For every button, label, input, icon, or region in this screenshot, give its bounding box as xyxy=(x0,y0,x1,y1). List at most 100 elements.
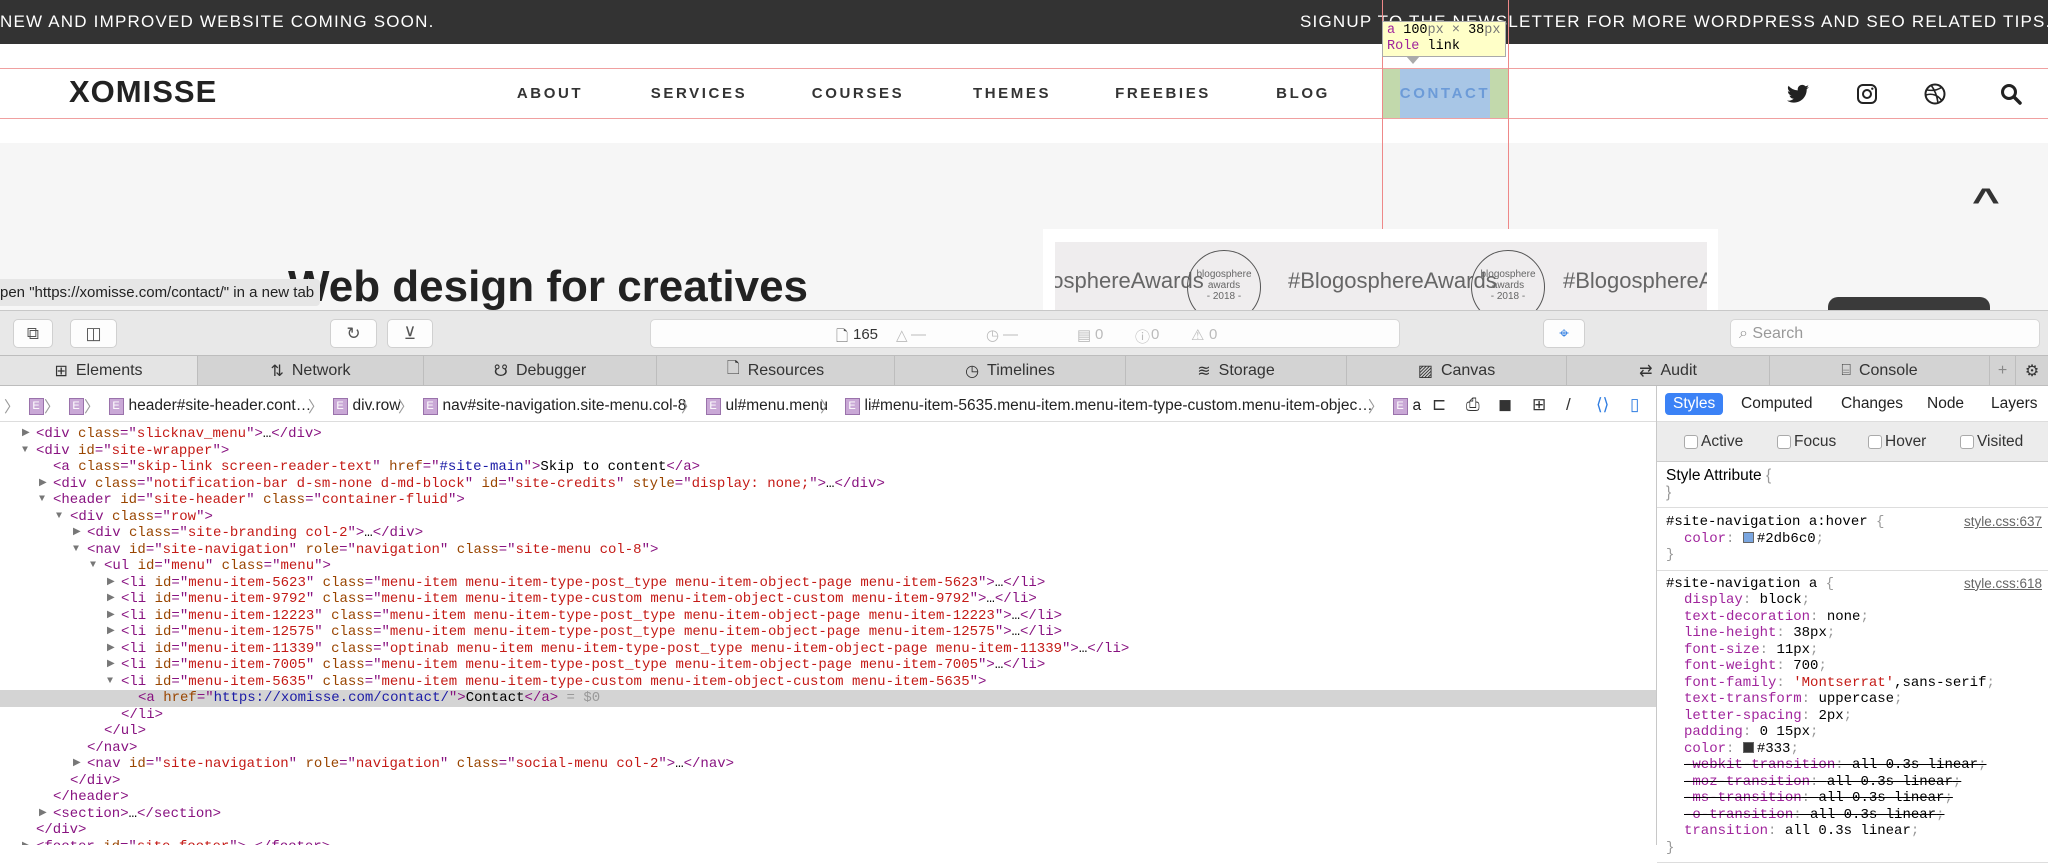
disclosure-collapsed-icon[interactable]: ▶ xyxy=(107,641,115,658)
dom-node[interactable]: ▶ <li id="menu-item-12223" class="menu-it… xyxy=(0,608,1656,625)
disclosure-expanded-icon[interactable]: ▼ xyxy=(107,674,113,691)
search-input[interactable]: ⌕ Search xyxy=(1730,319,2040,348)
dom-node[interactable]: ▼ <div id="site-wrapper"> xyxy=(0,443,1656,460)
rule-source-link[interactable]: style.css:618 xyxy=(1964,576,2042,593)
active-checkbox[interactable]: Active xyxy=(1684,433,1743,451)
breadcrumb-item[interactable]: 〉 Enav#site-navigation.site-menu.col-8 xyxy=(398,395,686,417)
disclosure-collapsed-icon[interactable]: ▶ xyxy=(107,608,115,625)
dom-node[interactable]: ▶ <nav id="site-navigation" role="navigat… xyxy=(0,756,1656,773)
disclosure-collapsed-icon[interactable]: ▶ xyxy=(107,575,115,592)
tab-timelines[interactable]: ◷ Timelines xyxy=(895,356,1126,385)
nav-about[interactable]: ABOUT xyxy=(517,85,583,102)
css-property[interactable]: color: #2db6c0; xyxy=(1666,531,2048,548)
nav-freebies[interactable]: FREEBIES xyxy=(1115,85,1211,102)
nav-blog[interactable]: BLOG xyxy=(1276,85,1330,102)
breadcrumb-item[interactable]: 〉 E xyxy=(4,395,49,417)
settings-button[interactable]: ⚙ xyxy=(2016,356,2048,385)
visited-checkbox[interactable]: Visited xyxy=(1960,433,2023,451)
ruler-icon[interactable]: ⊏ xyxy=(1432,395,1446,415)
dom-node[interactable]: </div> xyxy=(0,822,1656,839)
breadcrumb-item[interactable]: 〉 Eli#menu-item-5635.menu-item.menu-item-… xyxy=(820,395,1373,417)
tab-node[interactable]: Node xyxy=(1927,395,1964,413)
css-property[interactable]: -ms-transition: all 0.3s linear; xyxy=(1666,790,2048,807)
disclosure-collapsed-icon[interactable]: ▶ xyxy=(107,624,115,641)
css-property[interactable]: text-transform: uppercase; xyxy=(1666,691,2048,708)
shadow-dom-icon[interactable]: ⟨⟩ xyxy=(1596,395,1609,415)
dribbble-icon[interactable] xyxy=(1923,82,1947,106)
site-logo[interactable]: XOMISSE xyxy=(69,74,217,110)
dom-node[interactable]: ▶ <section>…</section> xyxy=(0,806,1656,823)
twitter-icon[interactable] xyxy=(1786,82,1810,106)
disclosure-expanded-icon[interactable]: ▼ xyxy=(22,443,28,460)
nav-contact[interactable]: CONTACT xyxy=(1400,85,1490,102)
disclosure-collapsed-icon[interactable]: ▶ xyxy=(39,476,47,493)
disclosure-collapsed-icon[interactable]: ▶ xyxy=(39,806,47,823)
tab-styles[interactable]: Styles xyxy=(1665,393,1724,415)
css-property[interactable]: text-decoration: none; xyxy=(1666,609,2048,626)
paintbrush-icon[interactable]: / xyxy=(1566,395,1571,415)
sidebar-toggle-icon[interactable]: ▯ xyxy=(1630,395,1639,415)
dom-node-selected[interactable]: <a href="https://xomisse.com/contact/">C… xyxy=(0,690,1656,707)
disclosure-collapsed-icon[interactable]: ▶ xyxy=(107,591,115,608)
warning-count[interactable]: 0 xyxy=(1209,326,1217,343)
css-property[interactable]: font-family: 'Montserrat',sans-serif; xyxy=(1666,675,2048,692)
nav-themes[interactable]: THEMES xyxy=(973,85,1051,102)
dom-node[interactable]: </div> xyxy=(0,773,1656,790)
breadcrumb-item[interactable]: 〉 Ediv.row xyxy=(308,395,400,417)
disclosure-expanded-icon[interactable]: ▼ xyxy=(39,492,45,509)
disclosure-collapsed-icon[interactable]: ▶ xyxy=(22,839,30,846)
dom-node[interactable]: ▶ <li id="menu-item-11339" class="optinab… xyxy=(0,641,1656,658)
instagram-icon[interactable] xyxy=(1855,82,1879,106)
css-property[interactable]: letter-spacing: 2px; xyxy=(1666,708,2048,725)
dom-node[interactable]: ▼ <ul id="menu" class="menu"> xyxy=(0,558,1656,575)
css-property[interactable]: padding: 0 15px; xyxy=(1666,724,2048,741)
css-property[interactable]: color: #333; xyxy=(1666,741,2048,758)
dom-node[interactable]: ▶ <li id="menu-item-12575" class="menu-it… xyxy=(0,624,1656,641)
breadcrumb-item[interactable]: 〉 Eheader#site-header.cont… xyxy=(84,395,311,417)
dom-node[interactable]: ▶ <div class="slicknav_menu">…</div> xyxy=(0,426,1656,443)
scroll-top-icon[interactable]: ^ xyxy=(1972,182,2000,221)
tab-debugger[interactable]: ☋ Debugger xyxy=(424,356,657,385)
breadcrumb-item-current[interactable]: 〉 Ea xyxy=(1368,395,1421,417)
css-property[interactable]: line-height: 38px; xyxy=(1666,625,2048,642)
reload-button[interactable]: ↻ xyxy=(330,319,377,348)
color-swatch[interactable] xyxy=(1742,741,1754,753)
tab-canvas[interactable]: ▨ Canvas xyxy=(1347,356,1567,385)
disclosure-collapsed-icon[interactable]: ▶ xyxy=(107,657,115,674)
tab-layers[interactable]: Layers xyxy=(1991,395,2038,413)
dom-node[interactable]: </nav> xyxy=(0,740,1656,757)
dom-node[interactable]: <a class="skip-link screen-reader-text" … xyxy=(0,459,1656,476)
disclosure-expanded-icon[interactable]: ▼ xyxy=(56,509,62,526)
css-property[interactable]: font-weight: 700; xyxy=(1666,658,2048,675)
disclosure-expanded-icon[interactable]: ▼ xyxy=(73,542,79,559)
rule-selector[interactable]: #site-navigation a:hover xyxy=(1666,514,1868,530)
dom-node[interactable]: ▶ <li id="menu-item-5623" class="menu-ite… xyxy=(0,575,1656,592)
nav-services[interactable]: SERVICES xyxy=(651,85,747,102)
message-count[interactable]: 0 xyxy=(1095,326,1103,343)
dom-node[interactable]: </ul> xyxy=(0,723,1656,740)
breadcrumb-item[interactable]: 〉 Eul#menu.menu xyxy=(681,395,828,417)
css-property[interactable]: -webkit-transition: all 0.3s linear; xyxy=(1666,757,2048,774)
download-button[interactable]: ⊻ xyxy=(387,319,433,348)
dom-node[interactable]: </li> xyxy=(0,707,1656,724)
tab-storage[interactable]: ≋ Storage xyxy=(1126,356,1347,385)
disclosure-collapsed-icon[interactable]: ▶ xyxy=(73,756,81,773)
search-icon[interactable] xyxy=(1999,82,2023,106)
dom-node[interactable]: ▶ <li id="menu-item-9792" class="menu-ite… xyxy=(0,591,1656,608)
rule-selector[interactable]: #site-navigation a xyxy=(1666,576,1817,592)
css-property[interactable]: font-size: 11px; xyxy=(1666,642,2048,659)
grid-icon[interactable]: ⊞ xyxy=(1532,395,1546,415)
disclosure-collapsed-icon[interactable]: ▶ xyxy=(73,525,81,542)
dock-button[interactable]: ⧉ xyxy=(13,319,53,348)
tab-changes[interactable]: Changes xyxy=(1841,395,1903,413)
dom-node[interactable]: ▶ <li id="menu-item-7005" class="menu-ite… xyxy=(0,657,1656,674)
error-count[interactable]: 0 xyxy=(1151,326,1159,343)
dom-node[interactable]: ▼ <header id="site-header" class="contain… xyxy=(0,492,1656,509)
dark-mode-icon[interactable]: ◼ xyxy=(1498,395,1512,415)
disclosure-collapsed-icon[interactable]: ▶ xyxy=(22,426,30,443)
add-tab-button[interactable]: + xyxy=(1990,356,2016,385)
disclosure-expanded-icon[interactable]: ▼ xyxy=(90,558,96,575)
hover-checkbox[interactable]: Hover xyxy=(1868,433,1926,451)
css-property[interactable]: -moz-transition: all 0.3s linear; xyxy=(1666,774,2048,791)
css-property[interactable]: transition: all 0.3s linear; xyxy=(1666,823,2048,840)
